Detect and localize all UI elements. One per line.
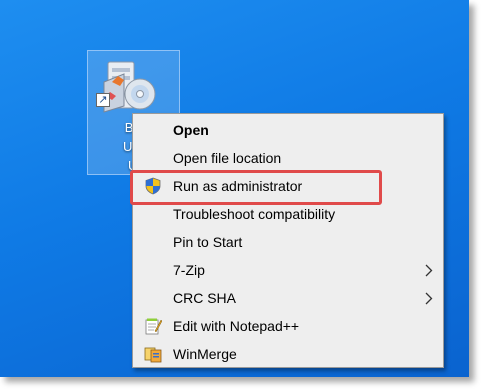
- menu-item-edit-with-notepad-plus-plus[interactable]: Edit with Notepad++: [133, 312, 443, 340]
- uac-shield-icon: [145, 177, 161, 195]
- menu-item-label: Run as administrator: [173, 178, 303, 194]
- menu-item-open[interactable]: Open: [133, 116, 443, 144]
- menu-item-troubleshoot-compatibility[interactable]: Troubleshoot compatibility: [133, 200, 443, 228]
- menu-item-7-zip[interactable]: 7-Zip: [133, 256, 443, 284]
- menu-item-label: WinMerge: [173, 346, 237, 362]
- menu-item-label: Open file location: [173, 150, 282, 166]
- menu-item-label: Troubleshoot compatibility: [173, 206, 336, 222]
- menu-item-label: 7-Zip: [173, 262, 205, 278]
- winmerge-icon: [144, 347, 162, 363]
- menu-item-run-as-administrator[interactable]: Run as administrator: [133, 172, 443, 200]
- menu-item-label: Pin to Start: [173, 234, 243, 250]
- menu-item-pin-to-start[interactable]: Pin to Start: [133, 228, 443, 256]
- screenshot-frame: ↗ BM Upc Ut Open Open file location Run …: [0, 0, 469, 377]
- menu-item-crc-sha[interactable]: CRC SHA: [133, 284, 443, 312]
- chevron-right-icon: [425, 264, 433, 277]
- notepad-plus-plus-icon: [145, 318, 162, 335]
- menu-item-label: Edit with Notepad++: [173, 318, 300, 334]
- menu-item-label: Open: [173, 122, 209, 138]
- installer-app-icon: [103, 61, 156, 113]
- menu-item-label: CRC SHA: [173, 290, 237, 306]
- shortcut-arrow-icon: ↗: [96, 93, 110, 107]
- chevron-right-icon: [425, 292, 433, 305]
- context-menu: Open Open file location Run as administr…: [132, 113, 444, 368]
- menu-item-open-file-location[interactable]: Open file location: [133, 144, 443, 172]
- menu-item-winmerge[interactable]: WinMerge: [133, 340, 443, 368]
